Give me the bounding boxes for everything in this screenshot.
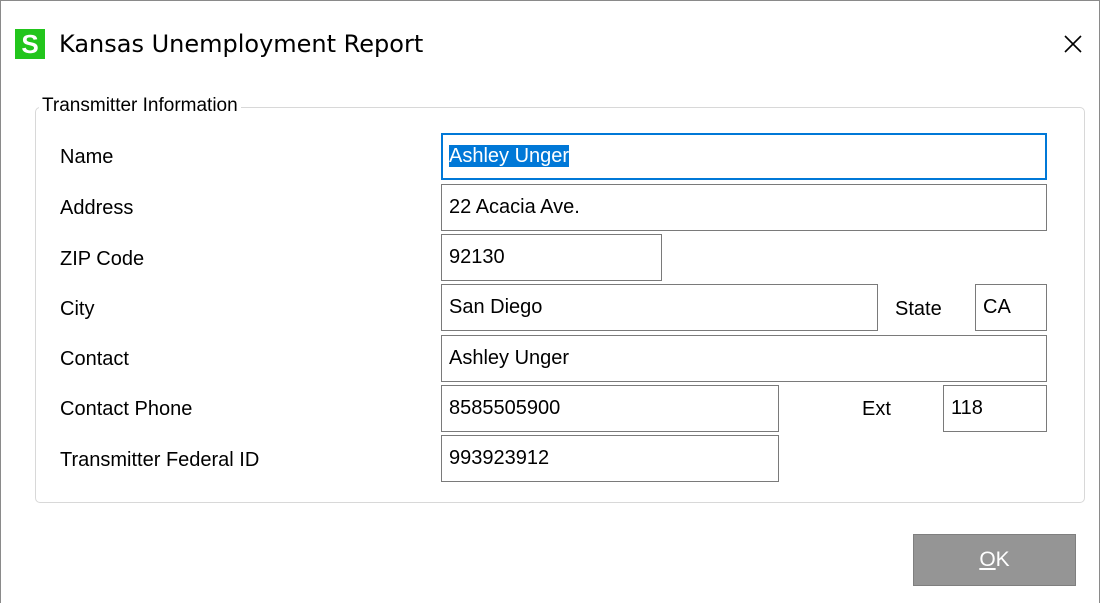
city-label: City (60, 298, 95, 320)
window-title: Kansas Unemployment Report (59, 30, 424, 58)
address-label: Address (60, 197, 134, 219)
ext-field[interactable]: 118 (943, 385, 1047, 432)
ok-label: K (995, 548, 1010, 571)
state-field[interactable]: CA (975, 284, 1047, 331)
ok-mnemonic: O (979, 548, 996, 571)
name-field-value: Ashley Unger (449, 145, 570, 167)
name-field[interactable]: Ashley Unger (441, 133, 1047, 180)
name-label: Name (60, 146, 114, 168)
contact-field[interactable]: Ashley Unger (441, 335, 1047, 382)
zip-code-field[interactable]: 92130 (441, 234, 662, 281)
ext-label: Ext (862, 398, 891, 420)
dialog-window: S Kansas Unemployment Report Transmitter… (0, 0, 1100, 603)
close-icon (1064, 35, 1082, 53)
contact-label: Contact (60, 348, 129, 370)
city-field[interactable]: San Diego (441, 284, 878, 331)
federal-id-field[interactable]: 993923912 (441, 435, 779, 482)
state-label: State (895, 298, 942, 320)
close-button[interactable] (1056, 27, 1090, 61)
federal-id-label: Transmitter Federal ID (60, 449, 260, 471)
address-field[interactable]: 22 Acacia Ave. (441, 184, 1047, 231)
contact-phone-field[interactable]: 8585505900 (441, 385, 779, 432)
zip-code-label: ZIP Code (60, 248, 145, 270)
group-label: Transmitter Information (39, 95, 241, 117)
ok-button[interactable]: OK (913, 534, 1076, 586)
contact-phone-label: Contact Phone (60, 398, 193, 420)
title-bar: S Kansas Unemployment Report (1, 1, 1099, 83)
app-icon: S (15, 29, 45, 59)
